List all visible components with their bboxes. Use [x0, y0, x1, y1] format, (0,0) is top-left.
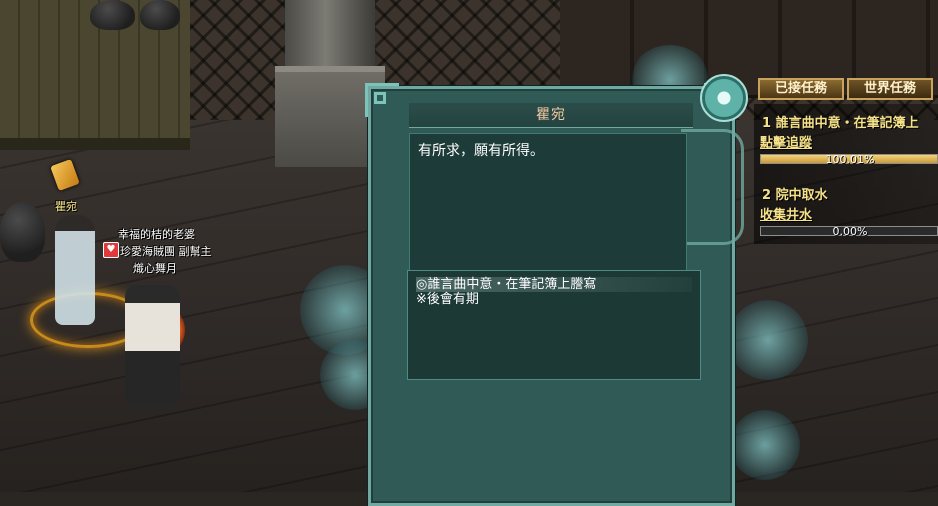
npc-character[interactable]: [55, 215, 95, 325]
quest-title[interactable]: 2 院中取水: [762, 184, 828, 203]
frame-ornament: [681, 129, 744, 245]
player-guild-tag: 珍愛海賊團 副幫主: [120, 245, 212, 258]
quest-progress-text: 100.01%: [825, 153, 875, 166]
jar: [0, 202, 45, 262]
heart-icon: ♥: [103, 242, 119, 258]
quest-progress-bar: 0.00%: [760, 225, 938, 238]
quest-progress-bar: 100.01%: [760, 153, 938, 166]
dialog-titlebar: 瞿宛: [409, 103, 693, 128]
quest-collect-link[interactable]: 收集井水: [760, 204, 812, 223]
quest-title[interactable]: 1 誰言曲中意・在筆記簿上: [762, 112, 919, 131]
lotus-emblem-icon: [700, 74, 748, 122]
npc-dialog: 瞿宛 有所求，願有所得。 ◎誰言曲中意・在筆記簿上謄寫 ※後會有期: [365, 83, 744, 506]
barrel: [90, 0, 135, 30]
player-name-tag[interactable]: 熾心舞月: [133, 260, 177, 276]
barrel: [140, 0, 180, 30]
tab-accepted-quests[interactable]: 已接任務: [758, 78, 844, 100]
quest-progress-text: 0.00%: [832, 225, 868, 238]
dialog-title: 瞿宛: [536, 107, 566, 123]
dialog-option-quest[interactable]: ◎誰言曲中意・在筆記簿上謄寫: [416, 277, 692, 292]
tab-world-quests[interactable]: 世界任務: [847, 78, 933, 100]
lotus-decoration: [730, 410, 800, 480]
dialog-option-goodbye[interactable]: ※後會有期: [416, 292, 692, 307]
player-title-tag: 幸福的桔的老婆: [118, 228, 195, 241]
corner-ornament: [365, 83, 399, 117]
dialog-text-area: 有所求，願有所得。: [409, 133, 687, 273]
quest-list: 1 誰言曲中意・在筆記簿上 點擊追蹤 100.01% 2 院中取水 收集井水 0…: [754, 104, 938, 244]
player-character[interactable]: [125, 285, 180, 405]
lotus-decoration: [728, 300, 808, 380]
quest-tracker: 已接任務 世界任務 1 誰言曲中意・在筆記簿上 點擊追蹤 100.01% 2 院…: [754, 78, 938, 248]
quest-tabs: 已接任務 世界任務: [758, 78, 933, 100]
npc-name-tag[interactable]: 瞿宛: [55, 198, 77, 214]
quest-track-link[interactable]: 點擊追蹤: [760, 132, 812, 151]
dialog-text: 有所求，願有所得。: [418, 143, 544, 159]
dialog-options: ◎誰言曲中意・在筆記簿上謄寫 ※後會有期: [407, 270, 701, 380]
